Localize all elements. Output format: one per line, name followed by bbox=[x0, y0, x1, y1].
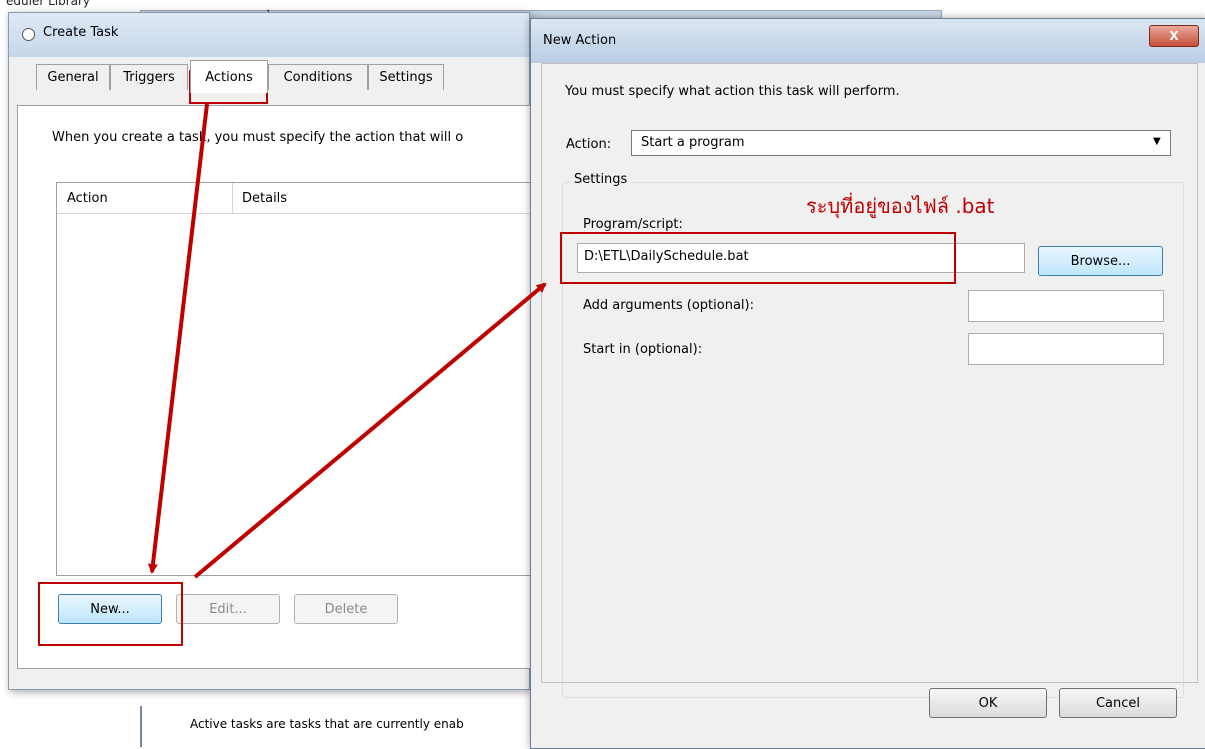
arrow-tab-to-new bbox=[147, 103, 209, 574]
tab-actions[interactable]: Actions bbox=[190, 60, 268, 93]
arrow-new-to-program bbox=[193, 282, 547, 579]
annotation-arrows bbox=[147, 103, 547, 579]
